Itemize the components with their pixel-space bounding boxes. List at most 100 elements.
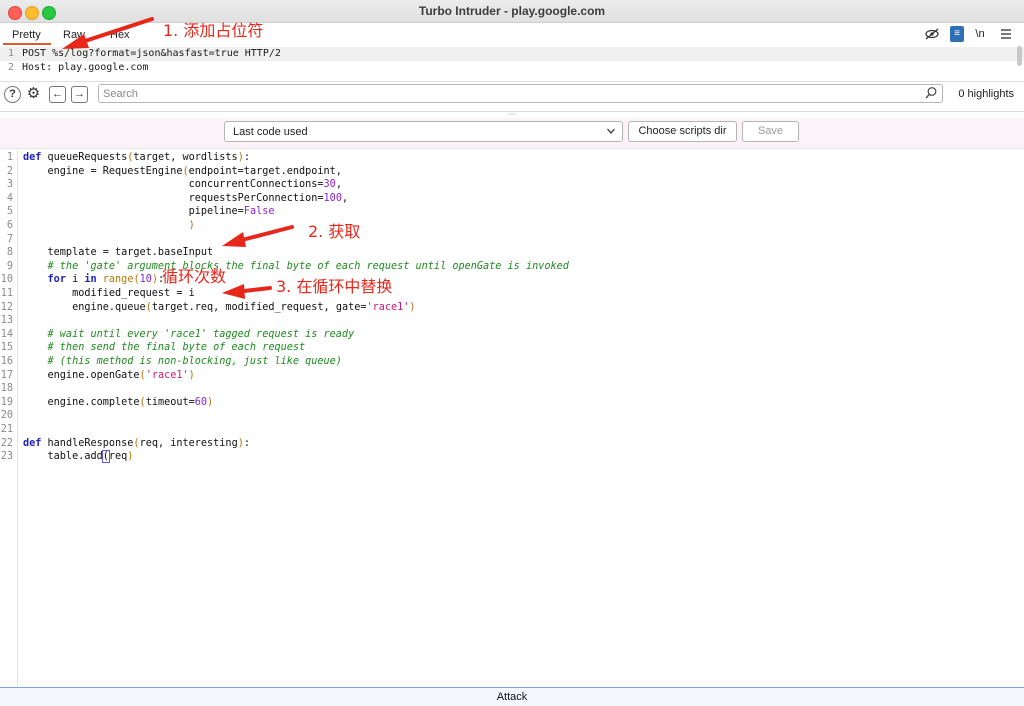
- help-icon[interactable]: ?: [4, 86, 21, 103]
- search-icon[interactable]: [925, 86, 937, 103]
- code-line-text: # then send the final byte of each reque…: [23, 341, 306, 355]
- choose-scripts-dir-button[interactable]: Choose scripts dir: [628, 121, 737, 142]
- line-number: 16: [0, 356, 13, 367]
- code-line: 8 template = target.baseInput: [0, 246, 1020, 260]
- code-token: in: [84, 274, 97, 286]
- code-line-text: engine = RequestEngine(endpoint=target.e…: [23, 165, 342, 179]
- code-line: 18: [0, 382, 1020, 396]
- code-token: for: [47, 274, 66, 286]
- code-token: engine.complete: [23, 396, 140, 408]
- code-line-text: modified_request = i: [23, 287, 195, 301]
- request-line: 1 POST %s/log?format=json&hasfast=true H…: [0, 47, 1024, 61]
- view-tabs: Pretty Raw Hex: [0, 23, 1024, 45]
- code-token: def: [23, 437, 42, 449]
- code-token: :: [243, 437, 250, 449]
- line-number: 4: [6, 192, 13, 204]
- forward-arrow-icon[interactable]: →: [71, 86, 88, 103]
- code-token: 100: [323, 192, 342, 204]
- code-token: # wait until every 'race1' tagged reques…: [23, 328, 355, 340]
- code-token: i: [65, 274, 85, 286]
- line-number: 14: [0, 328, 13, 340]
- tab-raw[interactable]: Raw: [63, 29, 85, 41]
- code-token: 'race1': [145, 369, 189, 381]
- code-token: 'race1': [366, 301, 410, 313]
- code-token: handleResponse: [41, 437, 134, 449]
- code-token: ,: [335, 179, 342, 191]
- code-line-text: # wait until every 'race1' tagged reques…: [23, 328, 355, 342]
- code-token: 60: [194, 396, 208, 408]
- code-token: timeout=: [145, 396, 195, 408]
- kebab-menu-icon[interactable]: [1000, 26, 1012, 42]
- code-token: target, wordlists: [133, 152, 238, 163]
- code-line: 11 modified_request = i: [0, 287, 1020, 301]
- annotation-replace-in-loop: 3. 在循环中替换: [276, 277, 393, 296]
- code-line: 1 def queueRequests(target, wordlists):: [0, 151, 1020, 165]
- script-select-dropdown[interactable]: Last code used: [224, 121, 623, 142]
- code-line: 3 concurrentConnections=30,: [0, 178, 1020, 192]
- annotation-loop-count: 循环次数: [162, 267, 227, 286]
- request-scrollbar[interactable]: [1017, 46, 1022, 66]
- code-token: requestsPerConnection=: [23, 192, 324, 204]
- tab-hex[interactable]: Hex: [110, 29, 130, 41]
- code-line-text: template = target.baseInput: [23, 246, 214, 260]
- line-number: 11: [0, 288, 13, 299]
- line-number: 1: [6, 152, 13, 163]
- code-line-text: concurrentConnections=30,: [23, 178, 342, 192]
- code-line-text: # (this method is non-blocking, just lik…: [23, 355, 342, 369]
- code-token: range(: [102, 274, 140, 286]
- code-line-text: table.add(req): [23, 450, 133, 464]
- line-number: 17: [0, 369, 13, 381]
- code-line: 10 for i in range(10):: [0, 273, 1020, 287]
- line-number: 23: [0, 451, 13, 463]
- script-toolbar: Last code used Choose scripts dir Save: [0, 118, 1024, 149]
- code-line-text: # the 'gate' argument blocks the final b…: [23, 260, 569, 274]
- line-number: 10: [0, 274, 13, 286]
- line-number: 1: [7, 48, 14, 59]
- request-line-text: Host: play.google.com: [22, 62, 149, 73]
- attack-button[interactable]: Attack: [0, 687, 1024, 706]
- code-line: 22 def handleResponse(req, interesting):: [0, 437, 1020, 451]
- code-token: # the 'gate' argument blocks the final b…: [23, 260, 569, 272]
- back-arrow-icon[interactable]: ←: [49, 86, 66, 103]
- code-line-text: engine.complete(timeout=60): [23, 396, 214, 410]
- code-line: 20: [0, 409, 1020, 423]
- code-token: 30: [323, 179, 336, 191]
- code-line: 7: [0, 233, 1020, 247]
- code-token: ): [409, 301, 416, 313]
- save-button[interactable]: Save: [742, 121, 799, 142]
- code-line-text: def queueRequests(target, wordlists):: [23, 151, 250, 165]
- settings-gear-icon[interactable]: ⚙: [25, 86, 42, 103]
- code-line: 6 ): [0, 219, 1020, 233]
- wrap-lines-icon[interactable]: ≡: [950, 26, 964, 42]
- code-token: 10: [139, 274, 152, 286]
- title-bar: Turbo Intruder - play.google.com: [0, 0, 1024, 23]
- script-code-editor[interactable]: 1 def queueRequests(target, wordlists): 2 …: [0, 149, 1024, 686]
- annotation-get: 2. 获取: [308, 222, 361, 241]
- code-token: # (this method is non-blocking, just lik…: [23, 356, 342, 367]
- line-number: 13: [0, 315, 13, 327]
- line-number: 20: [0, 410, 13, 422]
- code-token: endpoint=target.endpoint,: [188, 165, 342, 177]
- line-number: 5: [6, 206, 13, 218]
- window-title: Turbo Intruder - play.google.com: [418, 4, 606, 18]
- search-field[interactable]: [98, 84, 943, 103]
- show-newlines-icon[interactable]: \n: [972, 26, 988, 42]
- code-line-text: pipeline=False: [23, 205, 275, 219]
- code-token: engine.queue: [23, 301, 146, 313]
- code-line: 19 engine.complete(timeout=60): [0, 396, 1020, 410]
- code-line: 4 requestsPerConnection=100,: [0, 192, 1020, 206]
- request-editor[interactable]: 1 POST %s/log?format=json&hasfast=true H…: [0, 46, 1024, 76]
- code-line: 15 # then send the final byte of each re…: [0, 341, 1020, 355]
- code-line-text: engine.openGate('race1'): [23, 369, 195, 383]
- hide-eye-icon[interactable]: [924, 26, 940, 42]
- line-number: 18: [0, 383, 13, 395]
- tab-pretty[interactable]: Pretty: [12, 29, 41, 41]
- annotation-add-placeholder: 1. 添加占位符: [163, 21, 264, 40]
- code-token: pipeline=: [23, 206, 244, 218]
- code-line: 5 pipeline=False: [0, 205, 1020, 219]
- code-token: ): [207, 396, 214, 408]
- search-input[interactable]: [103, 86, 903, 101]
- code-token: :: [243, 152, 250, 163]
